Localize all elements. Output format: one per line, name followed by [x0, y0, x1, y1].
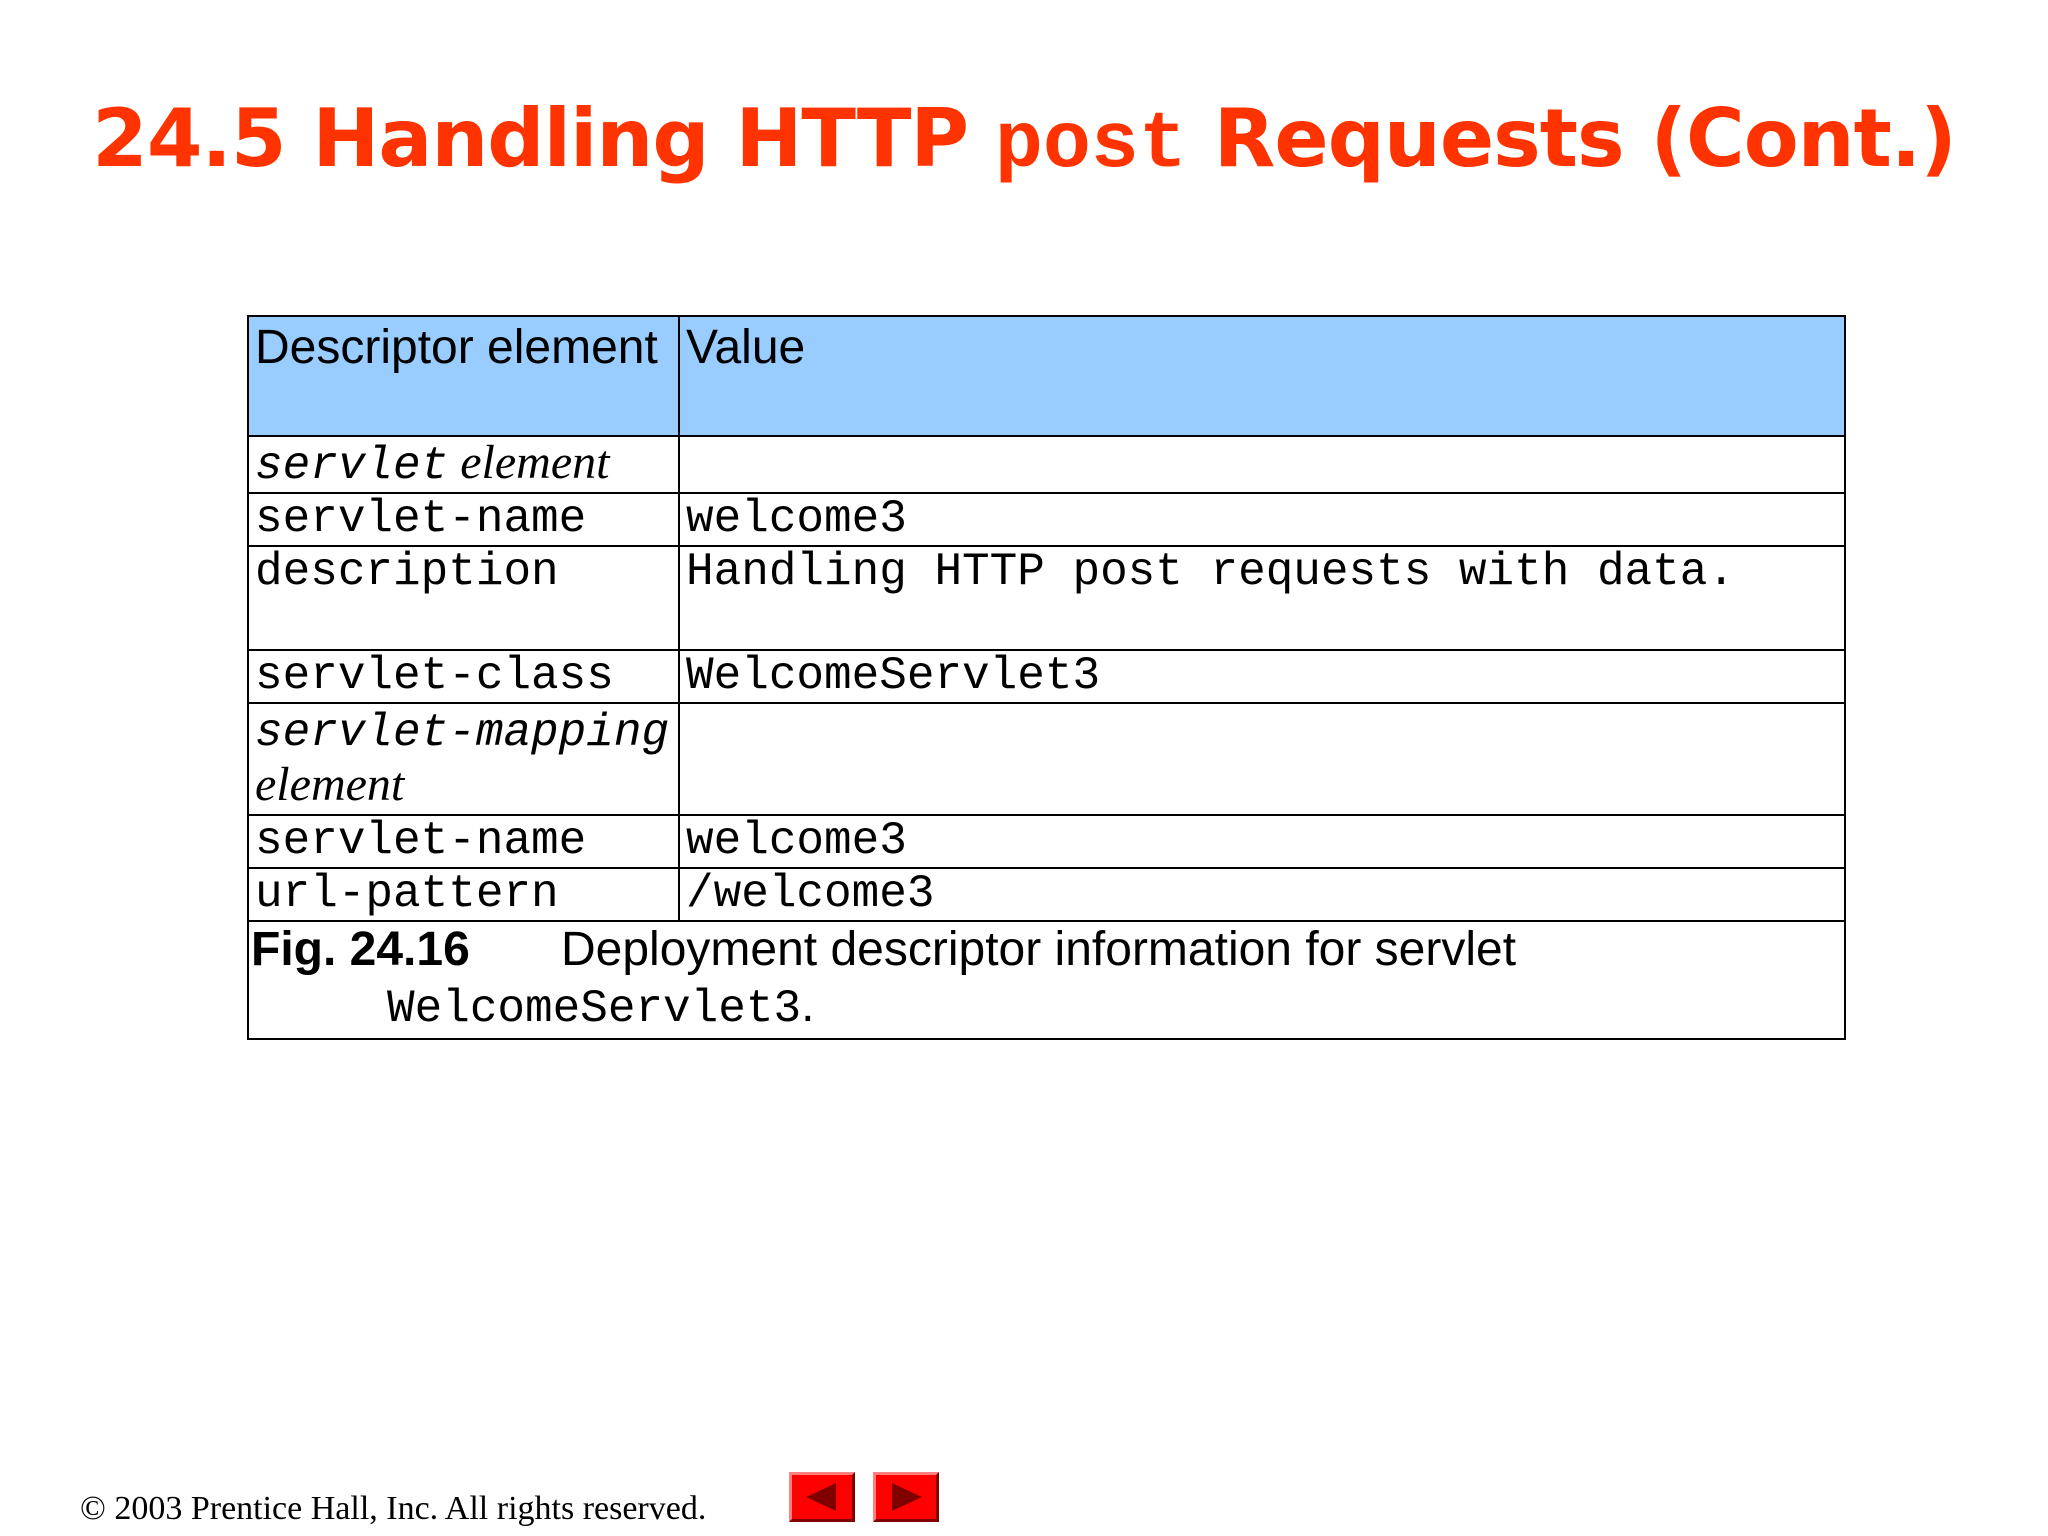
- figure-caption-row: Fig. 24.16 Deployment descriptor informat…: [247, 920, 1846, 1040]
- row-value: welcome3: [678, 814, 1846, 869]
- row-descriptor: servlet element: [247, 435, 680, 494]
- table-row: servlet-name welcome3: [247, 814, 1846, 869]
- copyright-footer: © 2003 Prentice Hall, Inc. All rights re…: [80, 1490, 707, 1527]
- row-descriptor: servlet-name: [247, 814, 680, 869]
- row-value: WelcomeServlet3: [678, 649, 1846, 704]
- row-descriptor: servlet-mapping element: [247, 702, 680, 816]
- row-descriptor: servlet-class: [247, 649, 680, 704]
- caption-end: .: [801, 979, 815, 1032]
- row-descriptor: description: [247, 545, 680, 651]
- title-part1: 24.5 Handling HTTP: [92, 92, 995, 185]
- table-row: description Handling HTTP post requests …: [247, 545, 1846, 651]
- element-label: element: [448, 436, 610, 489]
- caption-code: WelcomeServlet3: [387, 983, 802, 1035]
- left-arrow-icon: [806, 1483, 836, 1511]
- element-code: servlet: [255, 440, 449, 492]
- figure-caption: Fig. 24.16 Deployment descriptor informat…: [247, 920, 1846, 1040]
- row-value: [678, 435, 1846, 494]
- title-code: post: [994, 100, 1187, 191]
- header-value: Value: [678, 315, 1846, 437]
- table-row: servlet element: [247, 435, 1846, 494]
- header-descriptor: Descriptor element: [247, 315, 680, 437]
- row-value: Handling HTTP post requests with data.: [678, 545, 1846, 651]
- figure-label: Fig. 24.16: [251, 923, 470, 976]
- next-slide-button[interactable]: [873, 1472, 939, 1522]
- table-header-row: Descriptor element Value: [247, 315, 1846, 437]
- row-descriptor: url-pattern: [247, 867, 680, 922]
- table-row: servlet-class WelcomeServlet3: [247, 649, 1846, 704]
- row-value: welcome3: [678, 492, 1846, 547]
- table-row: url-pattern /welcome3: [247, 867, 1846, 922]
- caption-text: Deployment descriptor information for se…: [561, 923, 1517, 976]
- right-arrow-icon: [892, 1483, 922, 1511]
- row-value: [678, 702, 1846, 816]
- descriptor-table: Descriptor element Value servlet element…: [247, 315, 1846, 1040]
- title-part2: Requests (Cont.): [1186, 92, 1957, 185]
- row-descriptor: servlet-name: [247, 492, 680, 547]
- slide-title: 24.5 Handling HTTP post Requests (Cont.): [0, 92, 2048, 191]
- previous-slide-button[interactable]: [789, 1472, 855, 1522]
- row-value: /welcome3: [678, 867, 1846, 922]
- table-row: servlet-name welcome3: [247, 492, 1846, 547]
- element-code: servlet-mapping: [255, 707, 670, 759]
- table-row: servlet-mapping element: [247, 702, 1846, 816]
- element-label: element: [255, 758, 405, 811]
